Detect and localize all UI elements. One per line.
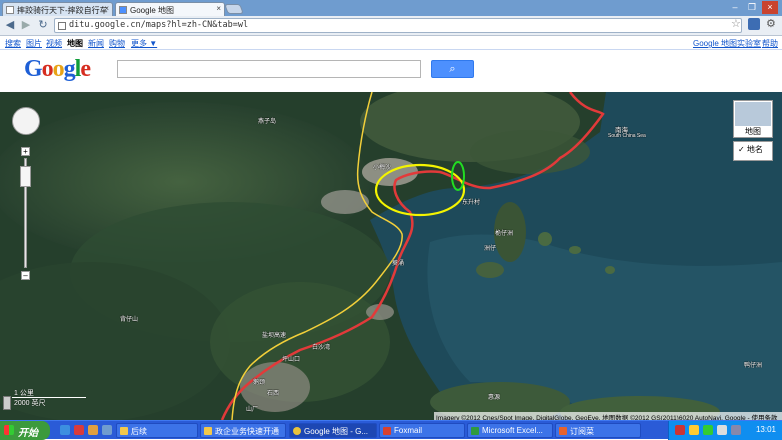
back-icon[interactable]: ◀ [3,18,17,32]
excel-icon [471,427,479,435]
taskbar-item[interactable]: 后续 [116,423,198,438]
maximize-icon[interactable]: ❐ [744,1,760,14]
browser-tab-bar: 摔跤骑行天下-摔跤自行车 × Google 地图 × – ❐ × [0,0,782,16]
wrench-icon[interactable]: ⚙ [766,17,776,30]
page-icon [6,6,14,14]
tray-icon[interactable] [675,425,685,435]
reload-icon[interactable]: ↻ [36,18,50,32]
tab-google-maps[interactable]: Google 地图 × [115,2,225,16]
map-label[interactable]: 鸭仔洲 [744,360,762,369]
media-icon[interactable] [74,425,84,435]
scale-imperial: 2000 英尺 [14,400,46,407]
page-icon [58,22,66,30]
map-type-label: 地图 [745,127,761,136]
network-icon[interactable] [731,425,741,435]
map-label[interactable]: 石西 [267,388,279,397]
forward-icon[interactable]: ▶ [19,18,33,32]
zoom-in-button[interactable]: + [21,147,30,156]
user-icon[interactable] [88,425,98,435]
map-label[interactable]: 背仔山 [120,314,138,323]
browser-toolbar: ◀ ▶ ↻ ditu.google.cn/maps?hl=zh-CN&tab=w… [0,16,782,36]
tray-icon[interactable] [689,425,699,435]
scale-bar: 1 公里 2000 英尺 [14,388,46,408]
windows-icon [4,425,14,435]
layers-dropdown[interactable]: ✓ 地名 [733,141,773,161]
map-label[interactable]: 坪山口 [282,354,300,363]
maps-labs-link[interactable]: Google 地图实验室 [693,38,761,49]
new-tab-button[interactable] [224,4,244,14]
tab-bike[interactable]: 摔跤骑行天下-摔跤自行车 × [2,2,113,16]
map-canvas[interactable]: 燕子岛 南海 South China Sea 小梅沙 东升村 桅仔洲 洲仔 葵涌… [0,92,782,420]
address-bar[interactable]: ditu.google.cn/maps?hl=zh-CN&tab=wl [54,18,742,33]
ie-icon[interactable] [60,425,70,435]
tray-icon[interactable] [717,425,727,435]
desktop-icon[interactable] [102,425,112,435]
google-maps-icon [119,6,127,14]
extension-icon[interactable] [748,18,760,30]
help-link[interactable]: 帮助 [762,38,778,49]
map-label[interactable]: 鹅颈 [253,377,265,386]
map-label[interactable]: 盐坝高速 [262,330,286,339]
folder-icon [204,427,212,435]
search-input[interactable] [117,60,421,78]
map-label[interactable]: 小梅沙 [373,162,391,171]
scale-line [12,397,86,398]
taskbar-item[interactable]: 政企业务快速开通 [200,423,286,438]
minimize-icon[interactable]: – [727,1,743,14]
map-type-thumbnail [735,102,771,126]
search-button[interactable]: ⌕ [431,60,474,78]
folder-icon [120,427,128,435]
system-tray: 13:01 [668,421,782,440]
google-logo[interactable]: Google [24,56,91,83]
map-label[interactable]: 桅仔洲 [495,228,513,237]
gbar-link-shopping[interactable]: 购物 [109,38,125,49]
url-text: ditu.google.cn/maps?hl=zh-CN&tab=wl [69,20,249,30]
gbar-link-video[interactable]: 视频 [46,38,62,49]
close-icon[interactable]: × [216,4,221,13]
satellite-imagery [0,92,782,420]
tab-label: Google 地图 [130,6,175,15]
google-bar: 搜索 图片 视频 地图 新闻 购物 更多 ▼ Google 地图实验室 帮助 [0,36,782,50]
map-credit: Imagery ©2012 Cnes/Spot Image, DigitalGl… [434,412,782,420]
gbar-link-more[interactable]: 更多 ▼ [131,38,157,49]
foxmail-icon [383,427,391,435]
map-label[interactable]: 白沙湾 [312,342,330,351]
gbar-link-search[interactable]: 搜索 [5,38,21,49]
start-label: 开始 [18,428,38,439]
map-label[interactable]: 葵涌 [392,258,404,267]
map-label[interactable]: 洲仔 [484,243,496,252]
maps-header: Google ⌕ [0,50,782,92]
gbar-link-maps[interactable]: 地图 [67,38,83,49]
taskbar-item[interactable]: 订阅菜 [555,423,641,438]
magnifier-icon: ⌕ [449,63,456,75]
map-label[interactable]: 惠源 [488,392,500,401]
taskbar: 开始 后续 政企业务快速开通 Google 地图 - G... Foxmail … [0,420,782,440]
gbar-link-news[interactable]: 新闻 [88,38,104,49]
tab-label: 摔跤骑行天下-摔跤自行车 [17,6,108,15]
start-button[interactable]: 开始 [0,421,50,440]
pan-control[interactable] [12,107,40,135]
map-label[interactable]: 东升村 [462,197,480,206]
close-icon[interactable]: × [104,4,109,13]
bookmark-star-icon[interactable]: ☆ [731,17,741,30]
clock[interactable]: 13:01 [756,425,776,434]
gbar-link-images[interactable]: 图片 [26,38,42,49]
taskbar-item-active[interactable]: Google 地图 - G... [289,423,377,438]
map-label[interactable]: 燕子岛 [258,116,276,125]
chrome-icon [293,427,301,435]
map-type-button[interactable]: 地图 [733,100,773,138]
taskbar-item[interactable]: Foxmail [379,423,465,438]
taskbar-item[interactable]: Microsoft Excel... [467,423,553,438]
street-view-icon[interactable] [3,396,11,410]
map-label[interactable]: South China Sea [608,133,646,139]
zoom-slider-handle[interactable] [20,166,31,187]
zoom-out-button[interactable]: – [21,271,30,280]
app-icon [559,427,567,435]
map-label[interactable]: 山厂 [246,404,258,413]
tray-icon[interactable] [703,425,713,435]
close-window-icon[interactable]: × [762,1,778,14]
